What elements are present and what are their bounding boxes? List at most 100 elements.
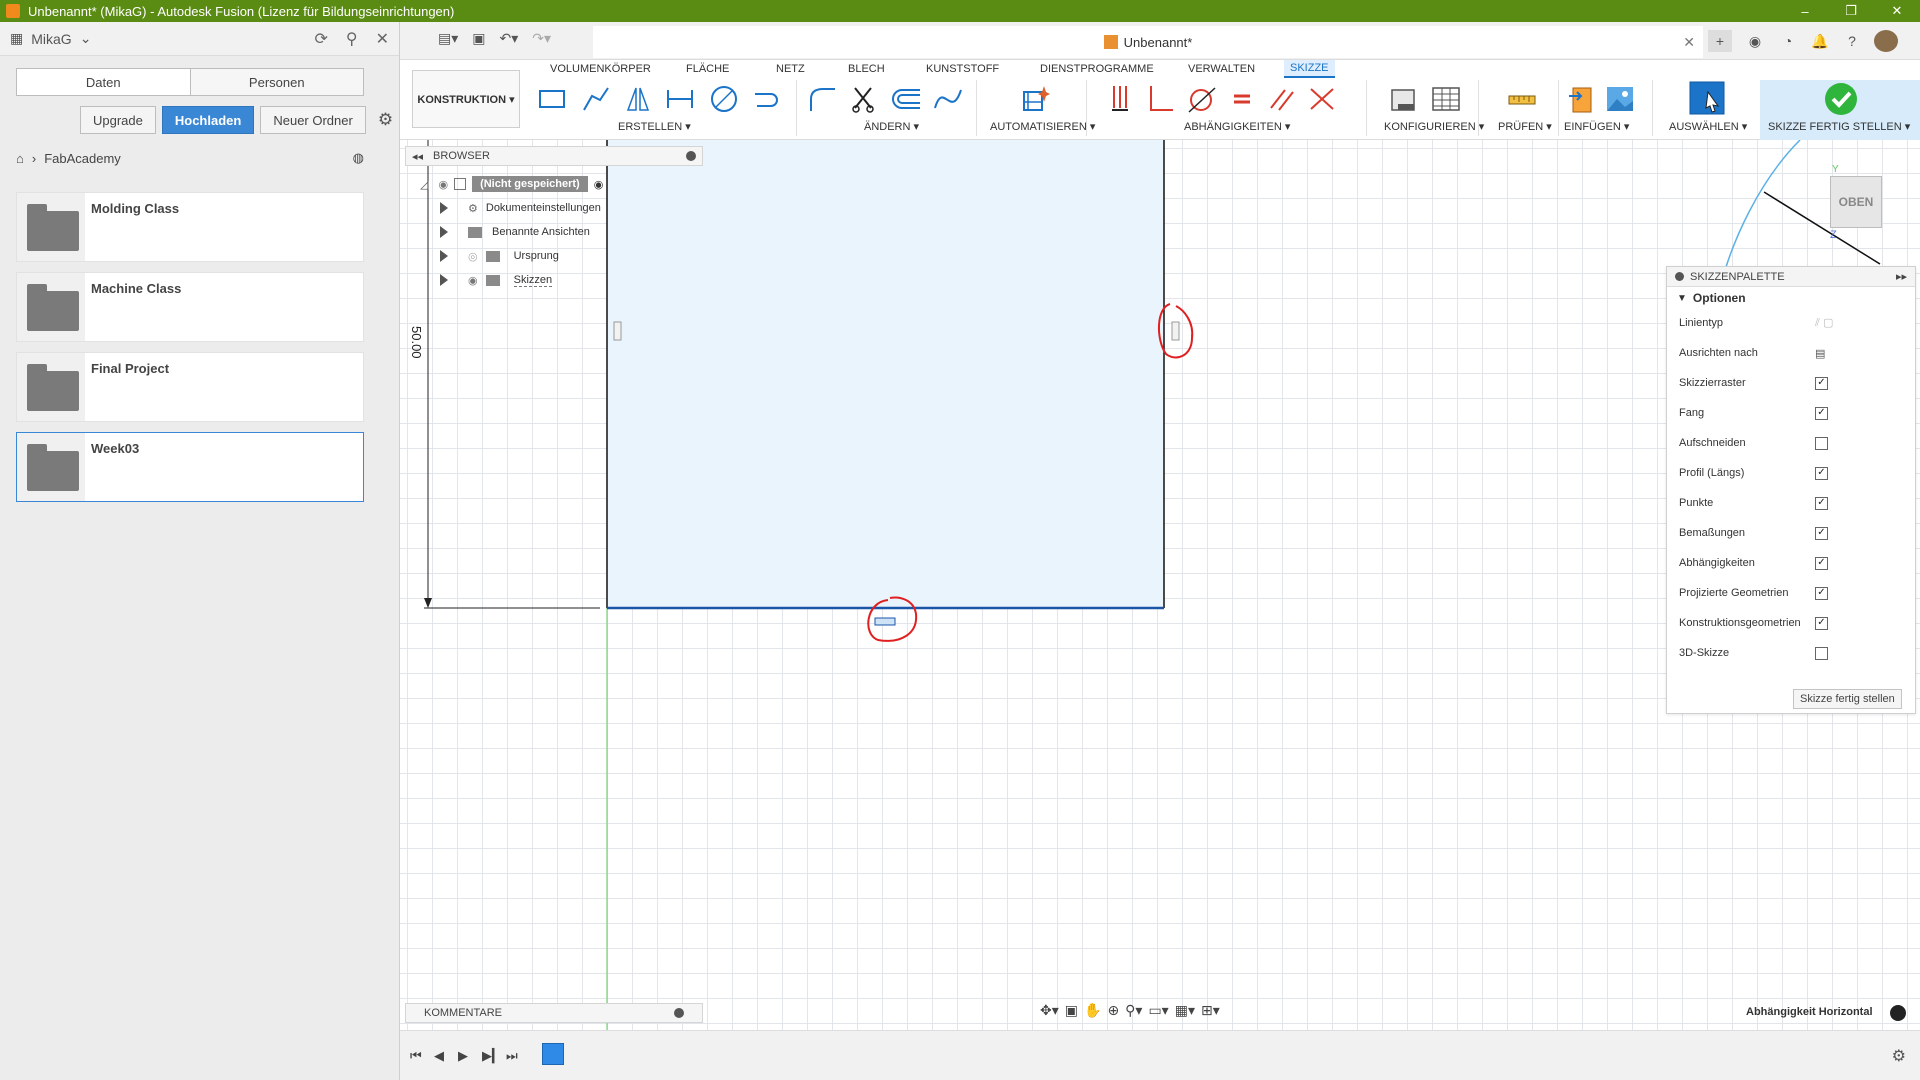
new-folder-button[interactable]: Neuer Ordner <box>260 106 366 134</box>
group-konfigurieren[interactable]: KONFIGURIEREN ▾ <box>1384 120 1484 133</box>
tab-dienstprogramme[interactable]: DIENSTPROGRAMME <box>1034 60 1160 78</box>
offset-tool-icon[interactable] <box>890 84 922 114</box>
tab-daten[interactable]: Daten <box>17 69 191 95</box>
tangent-constraint-icon[interactable] <box>1186 84 1218 114</box>
sketch-profile[interactable] <box>607 140 1164 608</box>
group-pruefen[interactable]: PRÜFEN ▾ <box>1498 120 1552 133</box>
document-tab[interactable]: Unbenannt* ✕ <box>593 26 1703 58</box>
display-settings-icon[interactable]: ▭▾ <box>1148 1002 1168 1019</box>
group-auswaehlen[interactable]: AUSWÄHLEN ▾ <box>1669 120 1747 133</box>
line-tool-icon[interactable] <box>580 84 612 114</box>
breadcrumb-project[interactable]: FabAcademy <box>44 151 121 166</box>
browser-minimize-icon[interactable] <box>686 151 696 161</box>
pan-icon[interactable]: ✋ <box>1084 1002 1101 1019</box>
grid-settings-icon[interactable]: ▦▾ <box>1175 1002 1195 1019</box>
palette-checkbox[interactable]: ✓ <box>1815 616 1828 630</box>
configure-tool-icon[interactable] <box>1388 84 1420 114</box>
tab-skizze[interactable]: SKIZZE <box>1284 60 1335 78</box>
activate-radio-icon[interactable]: ◉ <box>594 178 604 191</box>
help-icon[interactable]: ? <box>1840 30 1864 52</box>
expand-triangle-icon[interactable] <box>440 274 448 286</box>
tab-netz[interactable]: NETZ <box>770 60 811 78</box>
eye-icon[interactable]: ◉ <box>438 178 448 191</box>
tab-verwalten[interactable]: VERWALTEN <box>1182 60 1261 78</box>
equal-constraint-icon[interactable] <box>1226 84 1258 114</box>
search-icon[interactable]: ⚲ <box>346 29 358 49</box>
new-tab-button[interactable]: + <box>1708 30 1732 52</box>
timeline-first-icon[interactable]: ⏮ <box>410 1048 422 1064</box>
home-icon[interactable]: ⌂ <box>16 151 24 166</box>
zoom-icon[interactable]: ⊕ <box>1107 1002 1119 1019</box>
options-section[interactable]: ▼ Optionen <box>1667 287 1915 309</box>
group-erstellen[interactable]: ERSTELLEN ▾ <box>618 120 691 133</box>
mirror-tool-icon[interactable] <box>622 84 654 114</box>
tab-volumenkoerper[interactable]: VOLUMENKÖRPER <box>544 60 657 78</box>
orbit-icon[interactable]: ✥▾ <box>1040 1002 1059 1019</box>
collapse-triangle-icon[interactable]: ◿ <box>420 178 428 191</box>
view-cube[interactable]: OBEN <box>1830 176 1882 228</box>
palette-checkbox[interactable]: ✓ <box>1815 586 1828 600</box>
select-tool-icon[interactable] <box>1688 80 1728 118</box>
palette-checkbox[interactable]: ✓ <box>1815 466 1828 480</box>
timeline-last-icon[interactable]: ⏭ <box>506 1048 518 1064</box>
slot-tool-icon[interactable] <box>750 84 782 114</box>
browser-item-benannte-ansichten[interactable]: Benannte Ansichten <box>440 222 590 242</box>
status-icon[interactable] <box>1890 1005 1906 1021</box>
refresh-icon[interactable]: ⟳ <box>314 29 327 49</box>
save-icon[interactable]: ▣ <box>472 30 485 47</box>
palette-expand-icon[interactable]: ▸▸ <box>1896 270 1907 283</box>
collapse-browser-icon[interactable]: ◂◂ <box>412 150 423 163</box>
finish-sketch-area[interactable]: SKIZZE FERTIG STELLEN ▾ <box>1760 80 1920 140</box>
browser-root-item[interactable]: ◿ ◉ (Nicht gespeichert) ◉ <box>420 174 603 194</box>
undo-icon[interactable]: ↶▾ <box>500 30 519 47</box>
extensions-icon[interactable]: ◉ <box>1743 30 1767 52</box>
timeline-next-icon[interactable]: ▶▎ <box>482 1048 502 1064</box>
group-abhaengigkeiten[interactable]: ABHÄNGIGKEITEN ▾ <box>1184 120 1290 133</box>
finish-sketch-button[interactable]: SKIZZE FERTIG STELLEN ▾ <box>1768 120 1910 133</box>
upload-button[interactable]: Hochladen <box>161 106 255 134</box>
dimension-value[interactable]: 50.00 <box>409 326 424 359</box>
tab-blech[interactable]: BLECH <box>842 60 891 78</box>
insert-dxf-icon[interactable] <box>1566 84 1598 114</box>
spline-tool-icon[interactable] <box>932 84 964 114</box>
palette-minimize-icon[interactable] <box>1675 272 1684 281</box>
palette-checkbox[interactable]: ✓ <box>1815 376 1828 390</box>
tab-flaeche[interactable]: FLÄCHE <box>680 60 735 78</box>
palette-checkbox[interactable]: ✓ <box>1815 526 1828 540</box>
timeline-settings-icon[interactable]: ⚙ <box>1892 1046 1906 1066</box>
redo-icon[interactable]: ↷▾ <box>532 30 551 47</box>
close-window-button[interactable]: ✕ <box>1874 0 1920 22</box>
perpendicular-constraint-icon[interactable] <box>1144 84 1176 114</box>
timeline-play-icon[interactable]: ▶ <box>458 1048 468 1064</box>
palette-checkbox[interactable]: ✓ <box>1815 406 1828 420</box>
automate-tool-icon[interactable] <box>1020 84 1052 114</box>
expand-triangle-icon[interactable] <box>440 226 448 238</box>
group-einfuegen[interactable]: EINFÜGEN ▾ <box>1564 120 1629 133</box>
avatar[interactable] <box>1874 30 1898 52</box>
finish-sketch-palette-button[interactable]: Skizze fertig stellen <box>1793 689 1902 709</box>
fit-icon[interactable]: ⚲▾ <box>1125 1002 1142 1019</box>
coincident-constraint-icon[interactable] <box>1104 84 1136 114</box>
maximize-button[interactable]: ❐ <box>1828 0 1874 22</box>
folder-machine-class[interactable]: Machine Class <box>16 272 364 342</box>
upgrade-button[interactable]: Upgrade <box>80 106 156 134</box>
expand-triangle-icon[interactable] <box>440 202 448 214</box>
group-aendern[interactable]: ÄNDERN ▾ <box>864 120 919 133</box>
browser-item-ursprung[interactable]: ◎ Ursprung <box>440 246 559 266</box>
notifications-icon[interactable]: 🔔 <box>1808 30 1832 52</box>
measure-tool-icon[interactable] <box>1506 84 1538 114</box>
globe-icon[interactable]: ◍ <box>353 150 364 166</box>
configure-table-icon[interactable] <box>1430 84 1462 114</box>
vertical-constraint-icon[interactable] <box>613 321 622 341</box>
eye-hidden-icon[interactable]: ◎ <box>468 250 478 263</box>
insert-image-icon[interactable] <box>1604 84 1636 114</box>
timeline-sketch-icon[interactable] <box>542 1043 564 1065</box>
tab-kunststoff[interactable]: KUNSTSTOFF <box>920 60 1005 78</box>
minimize-button[interactable]: – <box>1782 0 1828 22</box>
folder-final-project[interactable]: Final Project <box>16 352 364 422</box>
dimension-tool-icon[interactable] <box>664 84 696 114</box>
fillet-tool-icon[interactable] <box>806 84 838 114</box>
midpoint-constraint-icon[interactable] <box>1306 84 1338 114</box>
group-automatisieren[interactable]: AUTOMATISIEREN ▾ <box>990 120 1095 133</box>
expand-triangle-icon[interactable] <box>440 250 448 262</box>
